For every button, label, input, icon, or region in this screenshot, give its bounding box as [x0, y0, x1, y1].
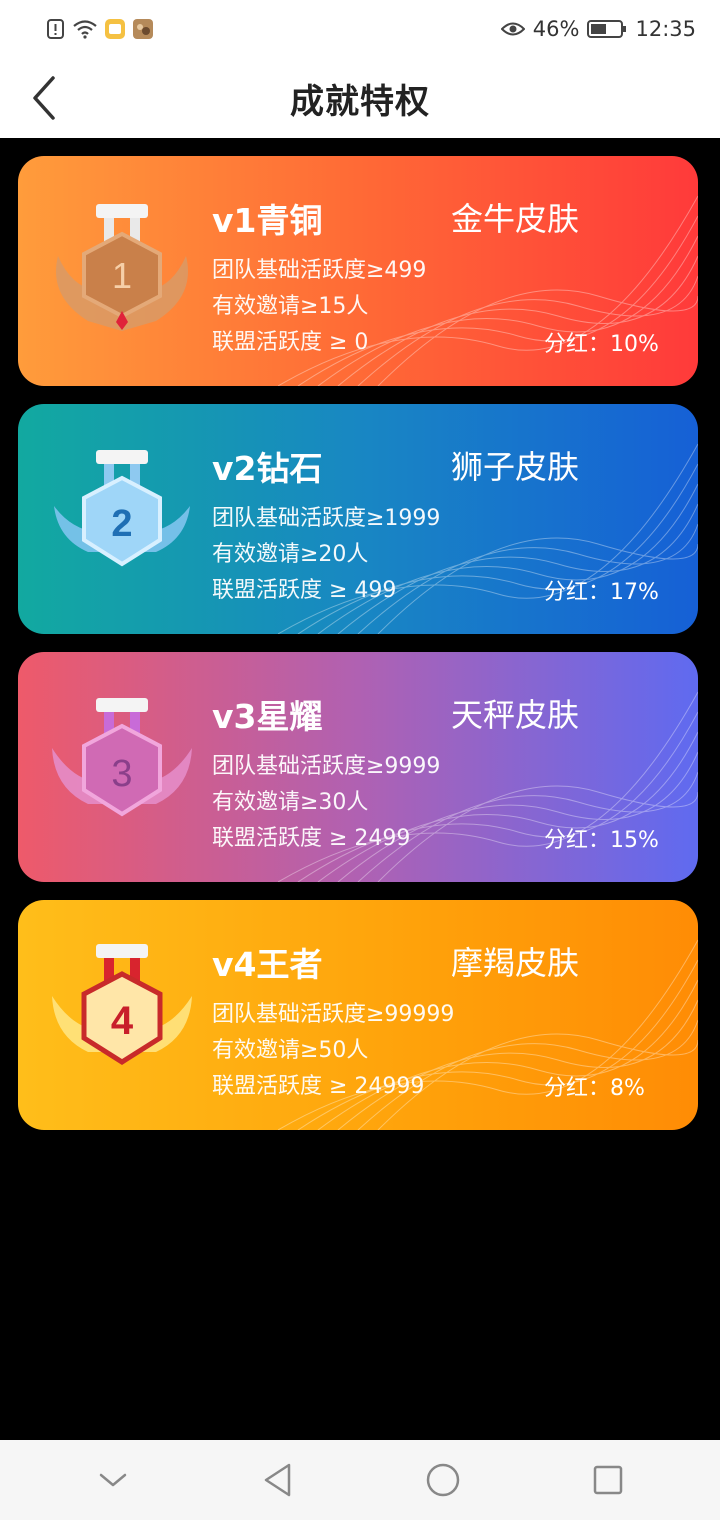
requirement-invites: 有效邀请≥30人	[212, 790, 369, 815]
achievement-card-v3[interactable]: 3 v3星耀 天秤皮肤 团队基础活跃度≥9999 有效邀请≥30人 联盟活跃度 …	[18, 652, 698, 882]
alert-icon	[47, 19, 64, 39]
battery-icon	[587, 20, 627, 38]
status-right: 46% 12:35	[500, 17, 696, 41]
dividend-share: 分红：10%	[544, 332, 659, 357]
game-notification-icon	[133, 19, 153, 39]
circle-home-icon	[426, 1463, 459, 1497]
eye-comfort-icon	[500, 22, 525, 36]
requirement-team-activity: 团队基础活跃度≥99999	[212, 1002, 455, 1027]
king-medal-icon: 4	[52, 944, 192, 1065]
chevron-down-icon	[99, 1473, 126, 1487]
requirement-alliance-activity: 联盟活跃度 ≥ 499	[212, 578, 397, 603]
requirement-invites: 有效邀请≥20人	[212, 542, 369, 567]
requirement-team-activity: 团队基础活跃度≥499	[212, 258, 427, 283]
requirement-team-activity: 团队基础活跃度≥1999	[212, 506, 441, 531]
medal-number: 3	[111, 753, 132, 795]
medal-number: 2	[111, 503, 132, 545]
hide-nav-button[interactable]	[83, 1450, 143, 1510]
back-button[interactable]	[20, 70, 68, 126]
level-name: v1青铜	[212, 201, 323, 240]
nav-recent-button[interactable]	[578, 1450, 638, 1510]
achievement-card-v2[interactable]: 2 v2钻石 狮子皮肤 团队基础活跃度≥1999 有效邀请≥20人 联盟活跃度 …	[18, 404, 698, 634]
skin-name: 金牛皮肤	[451, 200, 580, 238]
requirement-alliance-activity: 联盟活跃度 ≥ 24999	[212, 1074, 425, 1099]
star-medal-icon: 3	[52, 698, 192, 817]
level-name: v4王者	[212, 945, 323, 984]
battery-percent: 46%	[532, 17, 580, 41]
bronze-medal-icon: 1	[56, 204, 188, 331]
skin-name: 摩羯皮肤	[451, 944, 580, 982]
achievement-card-v4[interactable]: 4 v4王者 摩羯皮肤 团队基础活跃度≥99999 有效邀请≥50人 联盟活跃度…	[18, 900, 698, 1130]
page-title: 成就特权	[290, 81, 430, 122]
achievement-card-v1[interactable]: 1 v1青铜 金牛皮肤 团队基础活跃度≥499 有效邀请≥15人 联盟活跃度 ≥…	[18, 156, 698, 386]
system-nav-bar	[0, 1440, 720, 1520]
square-recent-icon	[593, 1465, 622, 1495]
requirement-alliance-activity: 联盟活跃度 ≥ 0	[212, 330, 369, 355]
chevron-left-icon	[33, 76, 55, 120]
requirement-team-activity: 团队基础活跃度≥9999	[212, 754, 441, 779]
nav-home-button[interactable]	[413, 1450, 473, 1510]
nav-back-button[interactable]	[248, 1450, 308, 1510]
clock: 12:35	[635, 17, 696, 41]
status-bar: 46% 12:35	[0, 0, 720, 58]
app-notification-icon	[105, 19, 125, 39]
achievement-card-list: 1 v1青铜 金牛皮肤 团队基础活跃度≥499 有效邀请≥15人 联盟活跃度 ≥…	[18, 156, 698, 1148]
level-name: v3星耀	[212, 697, 323, 736]
medal-number: 1	[112, 255, 132, 296]
status-left	[46, 18, 154, 40]
skin-name: 天秤皮肤	[451, 696, 580, 734]
requirement-invites: 有效邀请≥50人	[212, 1038, 369, 1063]
level-name: v2钻石	[212, 449, 323, 488]
dividend-share: 分红：15%	[544, 828, 659, 853]
requirement-invites: 有效邀请≥15人	[212, 294, 369, 319]
title-bar: 成就特权	[0, 58, 720, 138]
triangle-back-icon	[264, 1463, 290, 1497]
diamond-medal-icon: 2	[54, 450, 190, 567]
medal-number: 4	[111, 999, 134, 1043]
skin-name: 狮子皮肤	[451, 448, 580, 486]
dividend-share: 分红：8%	[544, 1076, 645, 1101]
wifi-icon	[73, 20, 97, 39]
requirement-alliance-activity: 联盟活跃度 ≥ 2499	[212, 826, 411, 851]
dividend-share: 分红：17%	[544, 580, 659, 605]
